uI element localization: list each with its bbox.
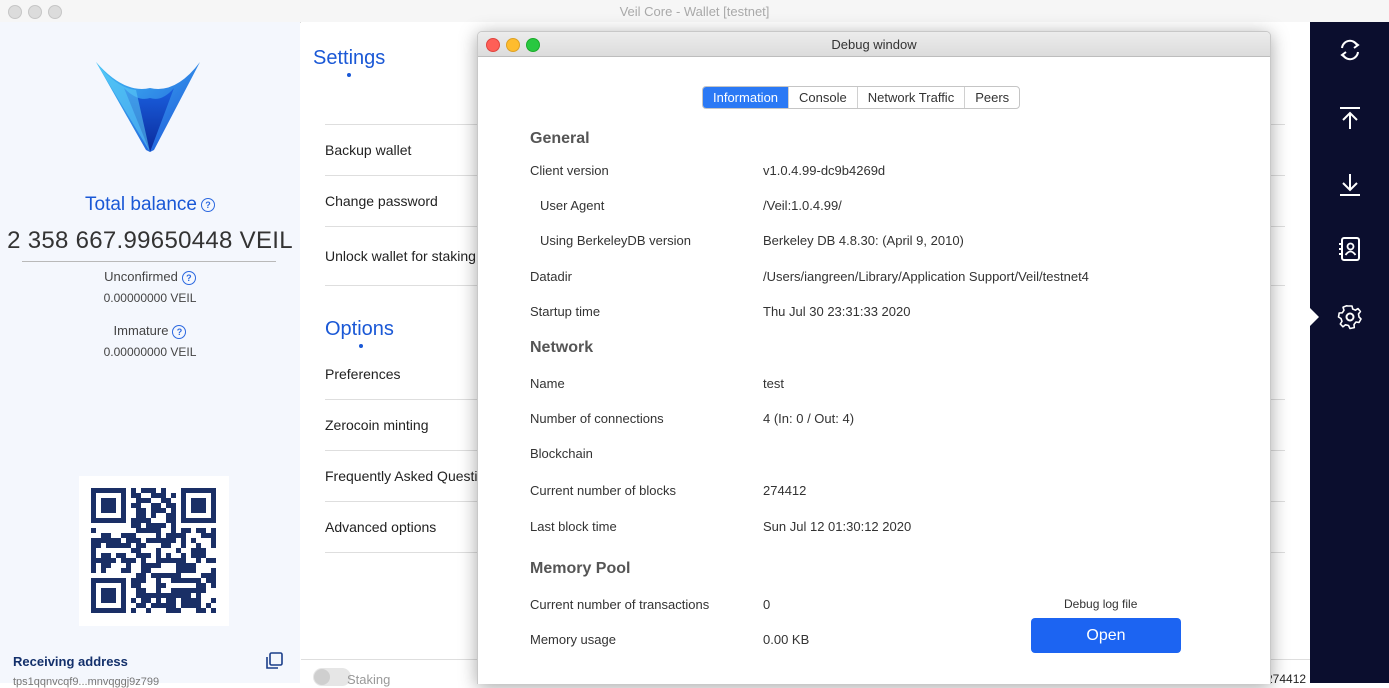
settings-title-dot: [347, 73, 351, 77]
debug-window-title: Debug window: [831, 37, 917, 52]
divider: [22, 261, 276, 262]
main-titlebar: Veil Core - Wallet [testnet]: [0, 0, 1389, 23]
unconfirmed-value: 0.00000000 VEIL: [103, 291, 197, 305]
faq-item[interactable]: Frequently Asked Questions: [325, 468, 500, 484]
client-version-value: v1.0.4.99-dc9b4269d: [763, 163, 886, 178]
block-count: 274412: [1266, 672, 1307, 686]
current-blocks-label: Current number of blocks: [530, 483, 676, 498]
gear-icon[interactable]: [1337, 304, 1363, 330]
window-title: Veil Core - Wallet [testnet]: [619, 4, 770, 19]
navigation-sidebar: [1310, 22, 1389, 683]
receive-download-icon[interactable]: [1337, 172, 1363, 198]
zerocoin-minting-item[interactable]: Zerocoin minting: [325, 417, 429, 433]
datadir-value: /Users/iangreen/Library/Application Supp…: [763, 269, 1089, 284]
connections-value: 4 (In: 0 / Out: 4): [763, 411, 855, 426]
user-agent-label: User Agent: [540, 198, 605, 213]
receiving-address-value[interactable]: tps1qqnvcqf9...mnvqggj9z799: [13, 676, 159, 688]
memory-usage-value: 0.00 KB: [763, 632, 810, 647]
staking-toggle[interactable]: [313, 668, 351, 686]
staking-label: Staking: [347, 672, 391, 687]
advanced-options-item[interactable]: Advanced options: [325, 519, 436, 535]
active-nav-pointer: [1310, 308, 1319, 326]
receiving-address-label: Receiving address: [13, 654, 128, 669]
immature-label: Immature?: [0, 323, 300, 339]
memory-usage-label: Memory usage: [530, 632, 616, 647]
network-heading: Network: [530, 339, 594, 356]
veil-logo: [96, 62, 200, 152]
send-upload-icon[interactable]: [1337, 105, 1363, 131]
preferences-item[interactable]: Preferences: [325, 366, 400, 382]
berkeleydb-value: Berkeley DB 4.8.30: (April 9, 2010): [763, 233, 964, 248]
receiving-address-qr-code: [79, 476, 229, 626]
current-blocks-value: 274412: [763, 483, 807, 498]
sync-icon[interactable]: [1337, 37, 1363, 63]
help-icon[interactable]: ?: [172, 324, 187, 339]
blockchain-heading: Blockchain: [530, 446, 593, 461]
user-agent-value: /Veil:1.0.4.99/: [763, 198, 842, 213]
open-debug-log-button[interactable]: Open: [1031, 618, 1181, 653]
address-book-icon[interactable]: [1337, 236, 1363, 262]
mempool-transactions-value: 0: [763, 597, 771, 612]
immature-value: 0.00000000 VEIL: [103, 345, 197, 359]
help-icon[interactable]: ?: [181, 270, 196, 285]
change-password-item[interactable]: Change password: [325, 193, 438, 209]
total-balance-value: 2 358 667.99650448 VEIL: [7, 227, 293, 254]
total-balance-label: Total balance?: [0, 194, 300, 216]
debug-tabs: Information Console Network Traffic Peer…: [702, 86, 1021, 109]
options-title-dot: [359, 344, 363, 348]
unlock-wallet-staking-item[interactable]: Unlock wallet for staking: [325, 248, 476, 264]
help-icon[interactable]: ?: [200, 197, 215, 212]
client-version-label: Client version: [530, 163, 609, 178]
network-name-label: Name: [530, 376, 565, 391]
tab-information[interactable]: Information: [703, 87, 790, 108]
last-block-time-value: Sun Jul 12 01:30:12 2020: [763, 519, 912, 534]
network-name-value: test: [763, 376, 784, 391]
last-block-time-label: Last block time: [530, 519, 617, 534]
copy-icon[interactable]: [264, 651, 284, 671]
unconfirmed-label: Unconfirmed?: [0, 269, 300, 285]
settings-title: Settings: [313, 47, 386, 69]
debug-log-file-label: Debug log file: [1064, 597, 1138, 611]
backup-wallet-item[interactable]: Backup wallet: [325, 142, 411, 158]
startup-time-value: Thu Jul 30 23:31:33 2020: [763, 304, 911, 319]
datadir-label: Datadir: [530, 269, 572, 284]
general-heading: General: [530, 130, 590, 147]
berkeleydb-label: Using BerkeleyDB version: [540, 233, 692, 248]
memory-pool-heading: Memory Pool: [530, 560, 631, 577]
balance-panel: Total balance? 2 358 667.99650448 VEIL U…: [0, 22, 300, 688]
debug-window: Debug window Information Console Network…: [477, 31, 1271, 684]
tab-peers[interactable]: Peers: [965, 87, 1019, 108]
mempool-transactions-label: Current number of transactions: [530, 597, 710, 612]
tab-console[interactable]: Console: [789, 87, 858, 108]
tab-network-traffic[interactable]: Network Traffic: [858, 87, 966, 108]
debug-window-titlebar: Debug window: [478, 32, 1270, 57]
startup-time-label: Startup time: [530, 304, 601, 319]
options-title: Options: [325, 318, 394, 340]
connections-label: Number of connections: [530, 411, 664, 426]
